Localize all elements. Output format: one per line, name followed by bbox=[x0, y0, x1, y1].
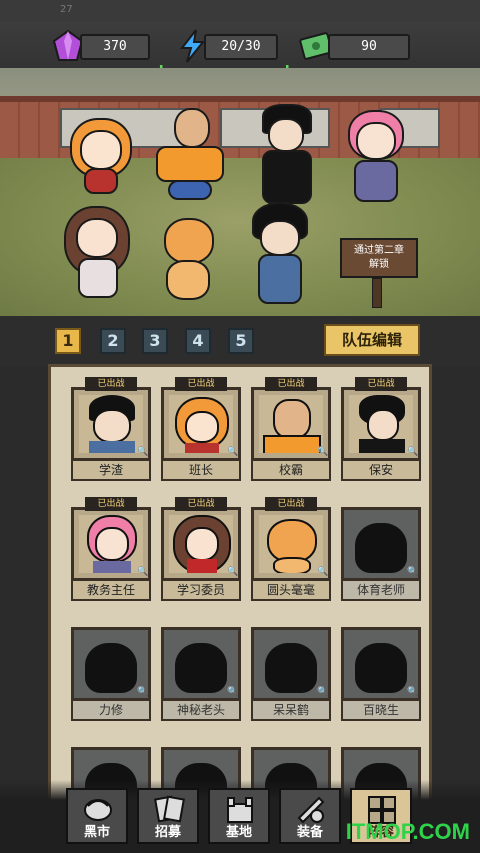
roster-card-daidaihe[interactable]: 🔍 呆呆鹤 bbox=[251, 617, 331, 721]
status-bar: 27 bbox=[0, 0, 480, 22]
magnify-icon: 🔍 bbox=[227, 567, 239, 577]
magnify-icon: 🔍 bbox=[317, 447, 329, 457]
nav-base[interactable]: 基地 bbox=[208, 788, 270, 844]
unlock-sign: 通过第二章 解锁 bbox=[340, 238, 418, 278]
magnify-icon: 🔍 bbox=[407, 447, 419, 457]
deployed-badge: 已出战 bbox=[85, 377, 137, 391]
character-name: 校霸 bbox=[251, 461, 331, 481]
character-name: 百晓生 bbox=[341, 701, 421, 721]
nav-label: 装备 bbox=[296, 825, 323, 840]
roster-card-xiaoba[interactable]: 已出战 🔍 校霸 bbox=[251, 377, 331, 481]
tab-team-3[interactable]: 3 bbox=[142, 328, 168, 354]
character-name: 教务主任 bbox=[71, 581, 151, 601]
magnify-icon: 🔍 bbox=[227, 687, 239, 697]
energy-counter: 20/30 bbox=[204, 34, 278, 60]
nav-equipment[interactable]: 装备 bbox=[279, 788, 341, 844]
locked-silhouette bbox=[355, 523, 407, 573]
market-icon bbox=[84, 799, 112, 821]
tab-team-4[interactable]: 4 bbox=[185, 328, 211, 354]
base-icon bbox=[227, 797, 253, 823]
character-name: 学渣 bbox=[71, 461, 151, 481]
team-tabs-bar: 1 2 3 4 5 队伍编辑 bbox=[0, 316, 480, 366]
gems-counter: 370 bbox=[80, 34, 150, 60]
character-name: 体育老师 bbox=[341, 581, 421, 601]
status-time: 27 bbox=[60, 4, 73, 15]
character-name: 保安 bbox=[341, 461, 421, 481]
bottom-nav: 黑市 招募 基地 装备 阵容 ITMOP.COM bbox=[0, 780, 480, 853]
character-guard[interactable] bbox=[252, 104, 322, 204]
magnify-icon: 🔍 bbox=[317, 567, 329, 577]
tab-team-1[interactable]: 1 bbox=[55, 328, 81, 354]
locked-silhouette bbox=[355, 643, 407, 693]
deployed-badge: 已出战 bbox=[265, 377, 317, 391]
nav-label: 招募 bbox=[154, 825, 181, 840]
roster-card-xuezha[interactable]: 已出战 🔍 学渣 bbox=[71, 377, 151, 481]
deployed-badge: 已出战 bbox=[175, 377, 227, 391]
recruit-cards-icon bbox=[154, 795, 185, 823]
magnify-icon: 🔍 bbox=[137, 447, 149, 457]
character-round-hamster[interactable] bbox=[152, 218, 222, 304]
nav-recruit[interactable]: 招募 bbox=[137, 788, 199, 844]
deployed-badge: 已出战 bbox=[265, 497, 317, 511]
watermark: ITMOP.COM bbox=[345, 819, 470, 844]
magnify-icon: 🔍 bbox=[317, 687, 329, 697]
magnify-icon: 🔍 bbox=[227, 447, 239, 457]
roster-card-shenmilaotou[interactable]: 🔍 神秘老头 bbox=[161, 617, 241, 721]
roster-card-yuantouhaohao[interactable]: 已出战 🔍 圆头毫毫 bbox=[251, 497, 331, 601]
sign-pole bbox=[372, 278, 382, 308]
deployed-badge: 已出战 bbox=[355, 377, 407, 391]
nav-black-market[interactable]: 黑市 bbox=[66, 788, 128, 844]
deployed-badge: 已出战 bbox=[85, 497, 137, 511]
character-class-monitor[interactable] bbox=[66, 114, 136, 194]
character-name: 呆呆鹤 bbox=[251, 701, 331, 721]
tab-team-2[interactable]: 2 bbox=[100, 328, 126, 354]
character-name: 圆头毫毫 bbox=[251, 581, 331, 601]
roster-card-xuexiweiyuan[interactable]: 已出战 🔍 学习委员 bbox=[161, 497, 241, 601]
magnify-icon: 🔍 bbox=[407, 687, 419, 697]
cash-counter: 90 bbox=[328, 34, 410, 60]
roster-card-jiaowuzhuren[interactable]: 已出战 🔍 教务主任 bbox=[71, 497, 151, 601]
roster-card-banzhang[interactable]: 已出战 🔍 班长 bbox=[161, 377, 241, 481]
magnify-icon: 🔍 bbox=[407, 567, 419, 577]
character-name: 学习委员 bbox=[161, 581, 241, 601]
character-study-rep[interactable] bbox=[62, 206, 134, 310]
team-edit-button[interactable]: 队伍编辑 bbox=[324, 324, 420, 356]
character-name: 力修 bbox=[71, 701, 151, 721]
unlock-sign-text: 通过第二章 解锁 bbox=[354, 245, 404, 270]
magnify-icon: 🔍 bbox=[137, 567, 149, 577]
nav-label: 黑市 bbox=[83, 825, 110, 840]
character-slacker[interactable] bbox=[248, 202, 312, 306]
character-bully[interactable] bbox=[150, 108, 230, 200]
locked-silhouette bbox=[85, 643, 137, 693]
deployed-badge: 已出战 bbox=[175, 497, 227, 511]
tab-team-5[interactable]: 5 bbox=[228, 328, 254, 354]
character-name: 班长 bbox=[161, 461, 241, 481]
roster-card-baixiaosheng[interactable]: 🔍 百晓生 bbox=[341, 617, 421, 721]
roster-card-tiyulaoshi[interactable]: 🔍 体育老师 bbox=[341, 497, 421, 601]
locked-silhouette bbox=[175, 643, 227, 693]
magnify-icon: 🔍 bbox=[137, 687, 149, 697]
roster-panel: 已出战 🔍 学渣 已出战 🔍 班长 已出战 🔍 校霸 已出战 🔍 保安 已出战 … bbox=[48, 364, 432, 804]
character-dean[interactable] bbox=[342, 110, 412, 206]
roster-card-lixiu[interactable]: 🔍 力修 bbox=[71, 617, 151, 721]
nav-label: 基地 bbox=[225, 825, 252, 840]
character-name: 神秘老头 bbox=[161, 701, 241, 721]
locked-silhouette bbox=[265, 643, 317, 693]
equipment-icon bbox=[297, 796, 325, 824]
campus-scene: 通过第二章 解锁 bbox=[0, 68, 480, 316]
roster-card-baoan[interactable]: 已出战 🔍 保安 bbox=[341, 377, 421, 481]
